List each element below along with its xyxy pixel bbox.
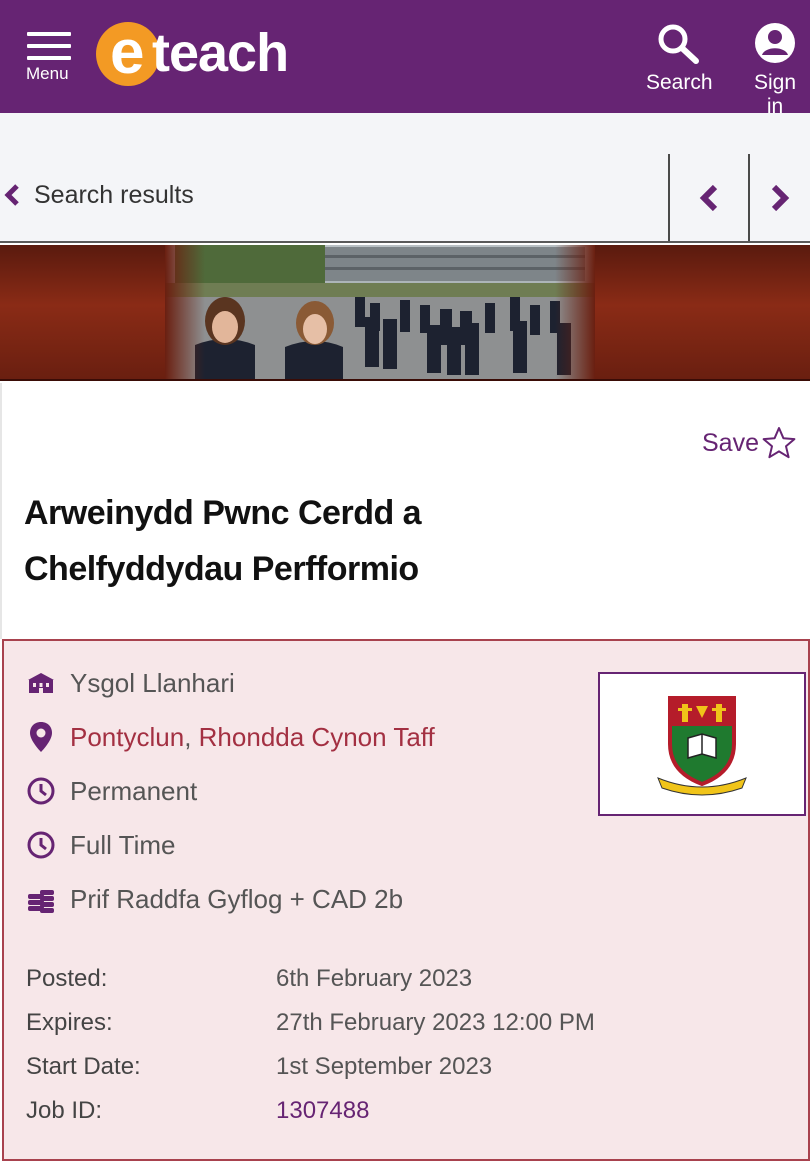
sign-in-button[interactable]: Sign in: [744, 22, 806, 119]
next-job-button[interactable]: [750, 154, 810, 241]
start-date-value: 1st September 2023: [276, 1053, 493, 1080]
contract-type: Permanent: [70, 775, 198, 806]
location-row: Pontyclun, Rhondda Cynon Taff: [24, 720, 435, 754]
working-hours: Full Time: [70, 829, 176, 860]
menu-label: Menu: [26, 64, 69, 83]
logo-wordmark: teach: [152, 23, 289, 83]
job-id-label: Job ID:: [26, 1097, 103, 1124]
town-link[interactable]: Pontyclun: [70, 722, 184, 752]
top-app-bar: Menu e teach Search Sign in: [0, 0, 810, 118]
save-job-button[interactable]: Save: [702, 425, 797, 461]
school-crest-icon: [657, 696, 747, 796]
star-outline-icon: [762, 427, 796, 459]
job-title-line-1: Arweinydd Pwnc Cerdd a: [24, 494, 422, 532]
school-banner: [0, 245, 810, 381]
hours-row: Full Time: [24, 828, 175, 862]
search-button[interactable]: Search: [646, 22, 713, 95]
clock-icon: [24, 828, 58, 862]
chevron-left-icon: [699, 184, 718, 211]
logo-e: e: [110, 18, 145, 87]
job-details-panel: Ysgol Llanhari Pontyclun, Rhondda Cynon …: [2, 639, 810, 1161]
county-link[interactable]: Rhondda Cynon Taff: [199, 722, 435, 752]
job-id-value: 1307488: [276, 1097, 370, 1124]
job-title-line-2: Chelfyddydau Perfformio: [24, 550, 419, 588]
salary-scale: Prif Raddfa Gyflog + CAD 2b: [70, 883, 404, 914]
search-results-bar: Search results: [0, 113, 810, 243]
map-pin-icon: [24, 720, 58, 754]
eteach-logo[interactable]: e teach: [96, 18, 316, 90]
sign-in-label: Sign in: [753, 71, 797, 118]
back-to-search-results[interactable]: Search results: [4, 175, 194, 215]
chevron-right-icon: [771, 184, 790, 211]
posted-value: 6th February 2023: [276, 965, 473, 992]
expires-label: Expires:: [26, 1009, 113, 1036]
school-banner-photo: [165, 245, 595, 379]
contract-row: Permanent: [24, 774, 197, 808]
location-separator: ,: [184, 721, 192, 752]
user-icon: [755, 23, 795, 63]
clock-icon: [24, 774, 58, 808]
coins-icon: [24, 882, 58, 916]
chevron-left-icon: [4, 184, 19, 206]
school-name-link[interactable]: Ysgol Llanhari: [70, 668, 235, 699]
back-label: Search results: [34, 180, 194, 209]
expires-value: 27th February 2023 12:00 PM: [276, 1009, 595, 1036]
posted-label: Posted:: [26, 965, 108, 992]
hamburger-icon: [27, 32, 71, 68]
job-title: Arweinydd Pwnc Cerdd a Chelfyddydau Perf…: [24, 485, 484, 597]
search-icon: [658, 24, 699, 64]
search-label: Search: [646, 71, 713, 94]
school-building-icon: [24, 666, 58, 700]
salary-row: Prif Raddfa Gyflog + CAD 2b: [24, 882, 403, 916]
menu-button[interactable]: Menu: [22, 24, 76, 86]
job-header: Save Arweinydd Pwnc Cerdd a Chelfyddydau…: [0, 383, 810, 639]
start-date-label: Start Date:: [26, 1053, 141, 1080]
save-label: Save: [702, 428, 759, 457]
previous-job-button[interactable]: [670, 154, 748, 241]
school-row: Ysgol Llanhari: [24, 666, 235, 700]
school-logo: [598, 672, 806, 816]
